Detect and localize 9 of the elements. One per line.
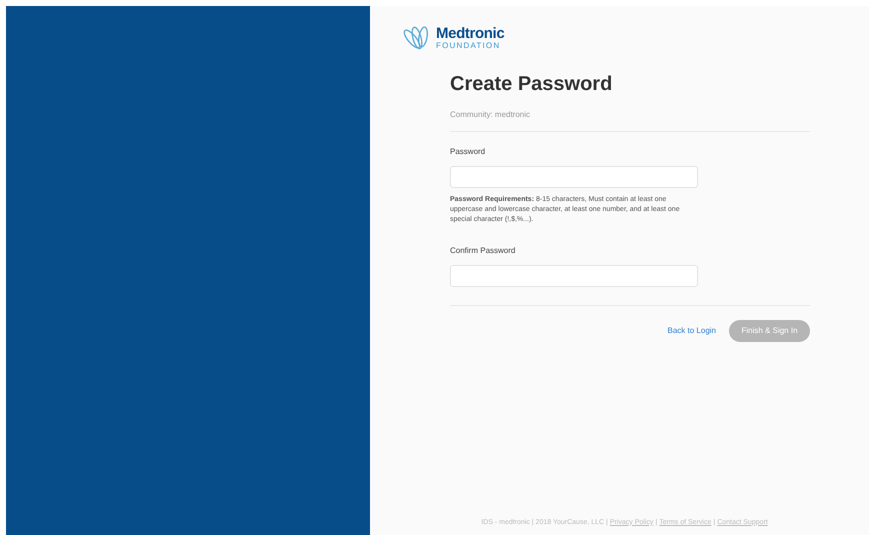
- back-to-login-link[interactable]: Back to Login: [668, 325, 716, 337]
- community-text: Community: medtronic: [450, 109, 532, 121]
- password-field[interactable]: [450, 166, 698, 188]
- logo-name: Medtronic: [436, 26, 504, 41]
- field-label: Confirm Password: [450, 245, 516, 257]
- field-label: Password: [450, 146, 486, 158]
- page-title: Create Password: [450, 72, 614, 97]
- logo-subtitle: FOUNDATION: [436, 42, 502, 50]
- password-field[interactable]: [450, 265, 698, 287]
